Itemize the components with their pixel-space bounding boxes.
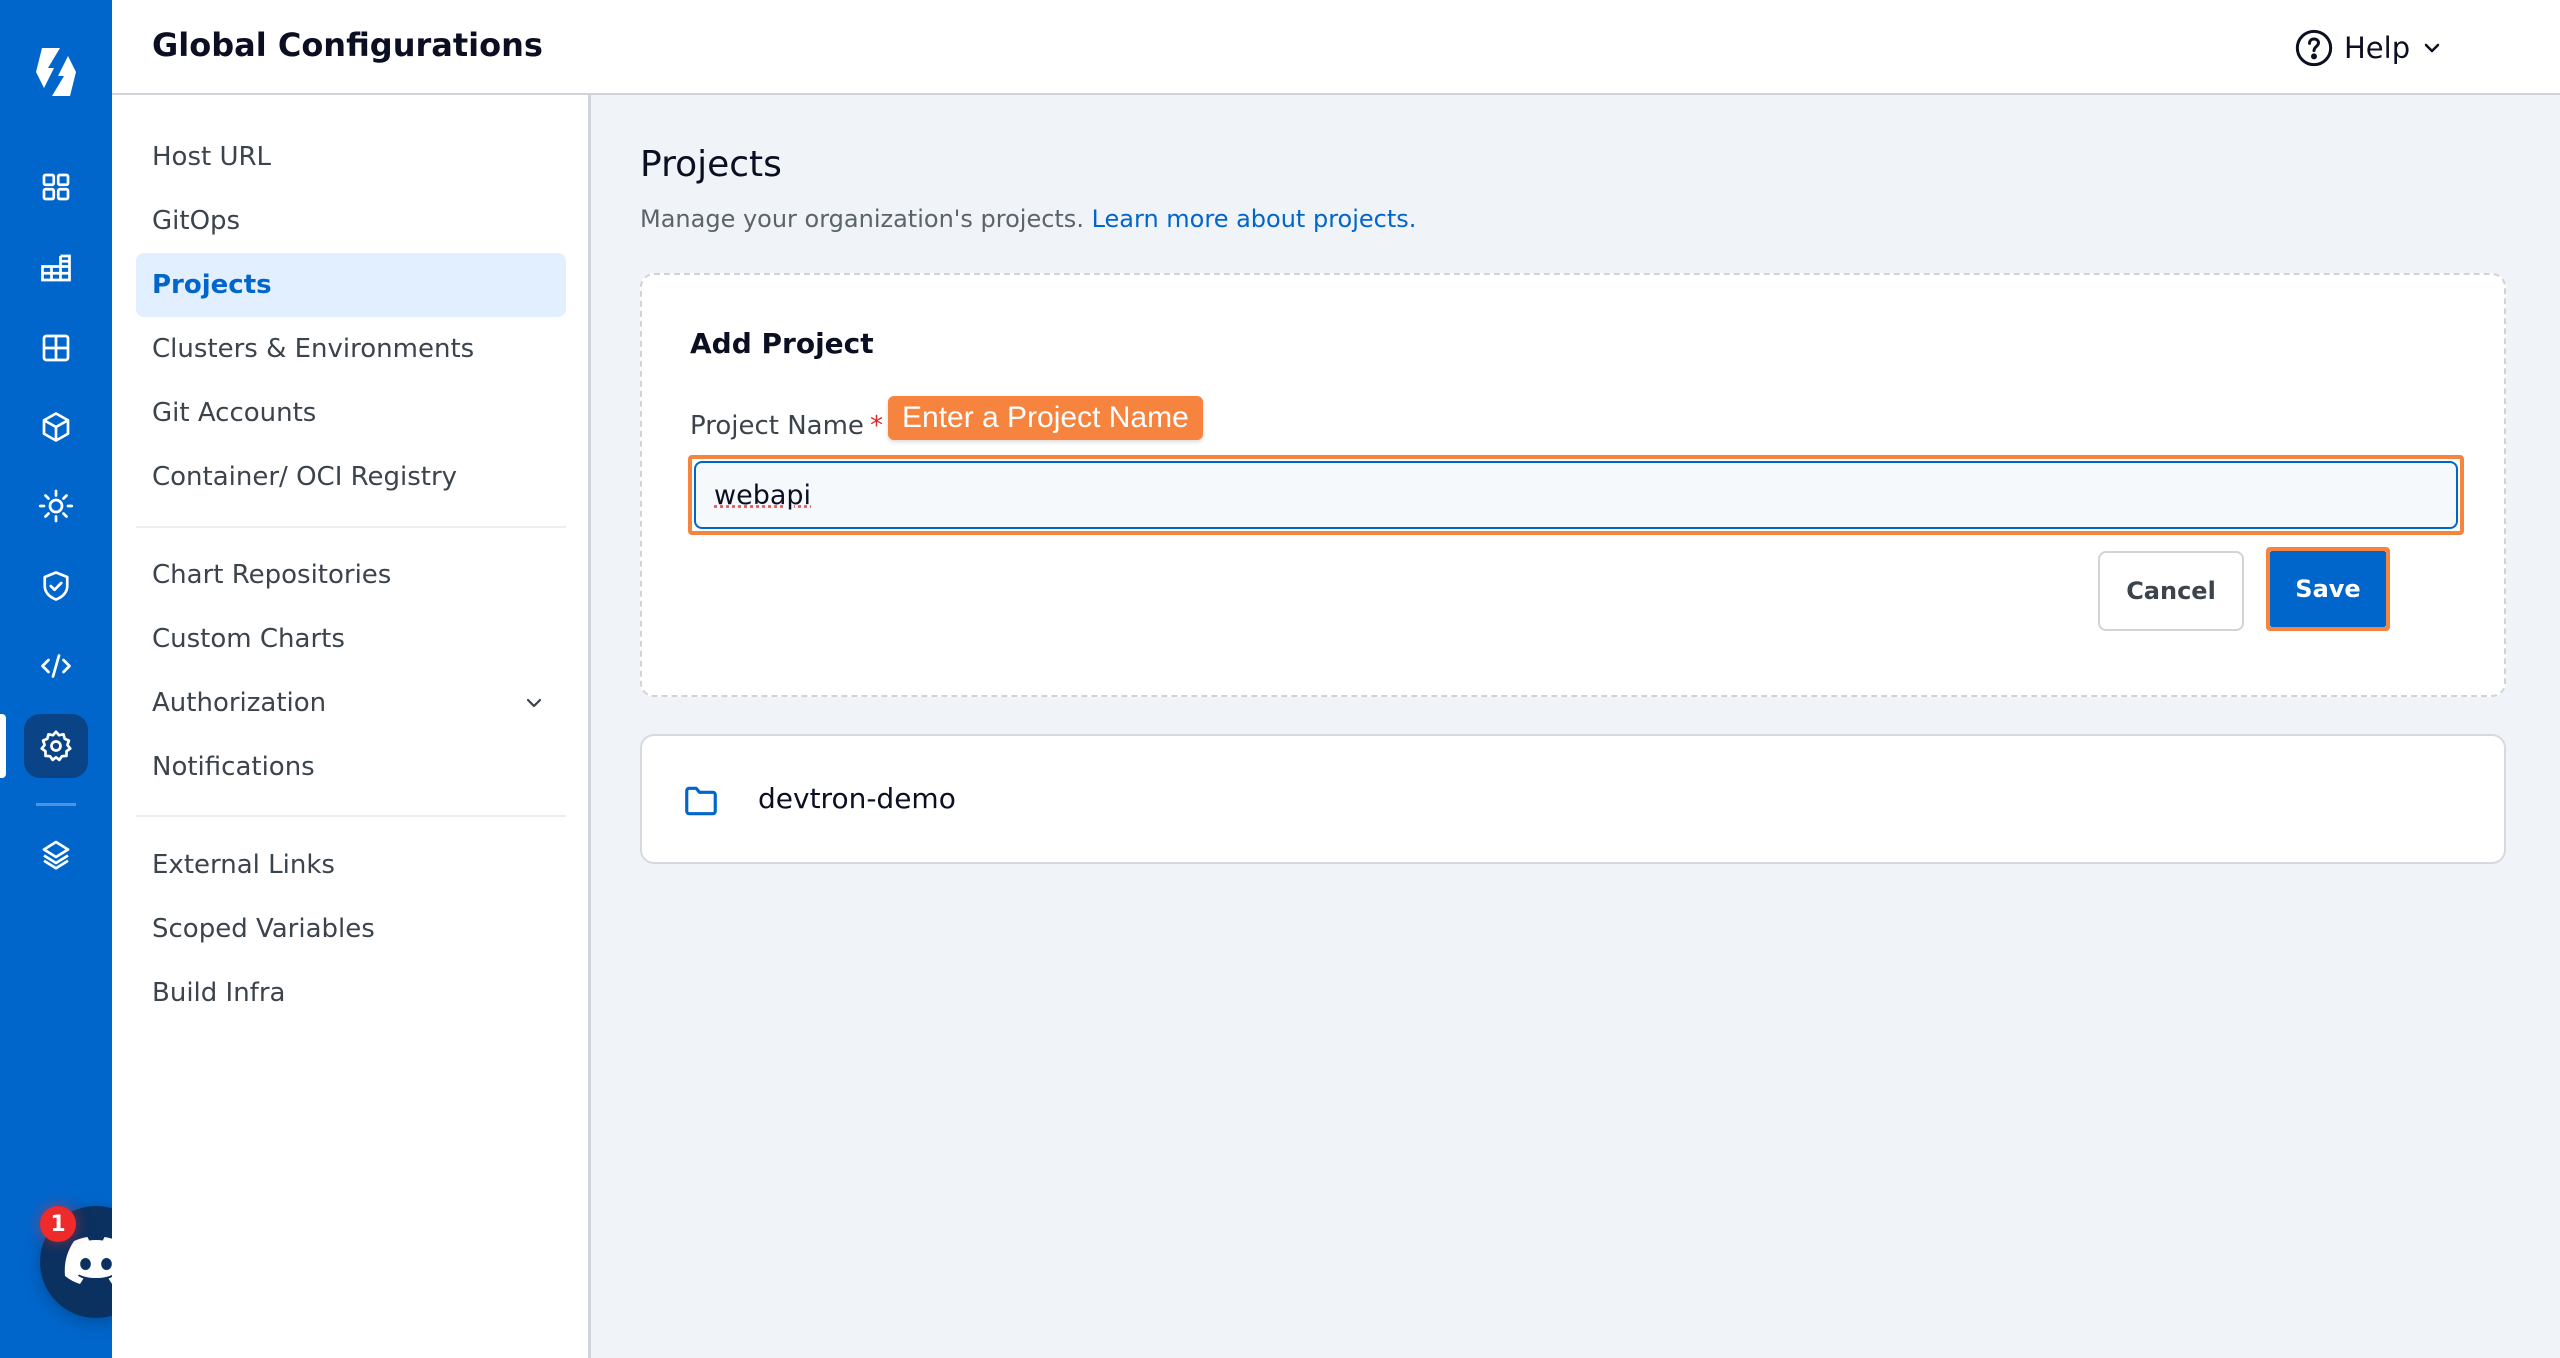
bulk-edit-icon[interactable] bbox=[24, 474, 88, 538]
notification-badge: 1 bbox=[40, 1206, 76, 1242]
settings-icon[interactable] bbox=[24, 714, 88, 778]
project-list-item[interactable]: devtron-demo bbox=[640, 734, 2506, 864]
sidebar-divider bbox=[136, 815, 566, 817]
left-nav-rail bbox=[0, 0, 112, 1358]
chart-store-icon[interactable] bbox=[24, 236, 88, 300]
settings-sidebar: Host URL GitOps Projects Clusters & Envi… bbox=[112, 95, 591, 1358]
project-name-label: Project Name * bbox=[690, 411, 883, 441]
project-name-input[interactable] bbox=[694, 461, 2458, 529]
sidebar-item-scoped-variables[interactable]: Scoped Variables bbox=[136, 897, 566, 961]
add-project-title: Add Project bbox=[690, 327, 874, 360]
sidebar-item-notifications[interactable]: Notifications bbox=[136, 735, 566, 799]
required-marker: * bbox=[869, 411, 883, 441]
sidebar-item-gitops[interactable]: GitOps bbox=[136, 189, 566, 253]
security-icon[interactable] bbox=[24, 554, 88, 618]
rail-divider bbox=[36, 803, 76, 806]
devtron-logo-icon[interactable] bbox=[26, 44, 86, 100]
deployment-icon[interactable] bbox=[24, 395, 88, 459]
help-icon bbox=[2295, 29, 2333, 67]
save-button[interactable]: Save bbox=[2270, 551, 2386, 627]
sidebar-item-git-accounts[interactable]: Git Accounts bbox=[136, 381, 566, 445]
code-icon[interactable] bbox=[24, 634, 88, 698]
page-description: Manage your organization's projects. Lea… bbox=[640, 205, 1416, 233]
resource-browser-icon[interactable] bbox=[24, 316, 88, 380]
active-nav-marker bbox=[0, 714, 6, 778]
sidebar-item-label: Authorization bbox=[152, 688, 327, 718]
sidebar-item-external-links[interactable]: External Links bbox=[136, 833, 566, 897]
page-header-title: Global Configurations bbox=[152, 26, 543, 64]
field-label-text: Project Name bbox=[690, 411, 864, 441]
description-text: Manage your organization's projects. bbox=[640, 205, 1084, 233]
help-menu-button[interactable]: Help bbox=[2294, 26, 2444, 70]
learn-more-link[interactable]: Learn more about projects. bbox=[1092, 205, 1417, 233]
applications-icon[interactable] bbox=[24, 155, 88, 219]
sidebar-item-chart-repositories[interactable]: Chart Repositories bbox=[136, 543, 566, 607]
project-name-field-highlight bbox=[688, 455, 2464, 535]
sidebar-divider bbox=[136, 526, 566, 528]
project-name: devtron-demo bbox=[758, 782, 956, 815]
save-button-highlight: Save bbox=[2266, 547, 2390, 631]
main-content: Projects Manage your organization's proj… bbox=[594, 97, 2560, 1358]
page-header: Global Configurations Help A bbox=[112, 0, 2560, 95]
chevron-down-icon[interactable] bbox=[522, 691, 546, 715]
sidebar-item-container-registry[interactable]: Container/ OCI Registry bbox=[136, 445, 566, 509]
add-project-card: Add Project Project Name * Enter a Projec… bbox=[640, 273, 2506, 697]
folder-icon bbox=[685, 786, 717, 816]
chevron-down-icon bbox=[2424, 43, 2440, 53]
cancel-button[interactable]: Cancel bbox=[2098, 551, 2244, 631]
help-label: Help bbox=[2344, 31, 2411, 65]
sidebar-item-host-url[interactable]: Host URL bbox=[136, 125, 566, 189]
sidebar-item-clusters-environments[interactable]: Clusters & Environments bbox=[136, 317, 566, 381]
sidebar-item-custom-charts[interactable]: Custom Charts bbox=[136, 607, 566, 671]
stack-manager-icon[interactable] bbox=[24, 822, 88, 886]
page-title: Projects bbox=[640, 144, 782, 185]
sidebar-item-projects[interactable]: Projects bbox=[136, 253, 566, 317]
annotation-tag: Enter a Project Name bbox=[888, 396, 1203, 440]
sidebar-item-build-infra[interactable]: Build Infra bbox=[136, 961, 566, 1025]
sidebar-item-authorization[interactable]: Authorization bbox=[136, 671, 566, 735]
